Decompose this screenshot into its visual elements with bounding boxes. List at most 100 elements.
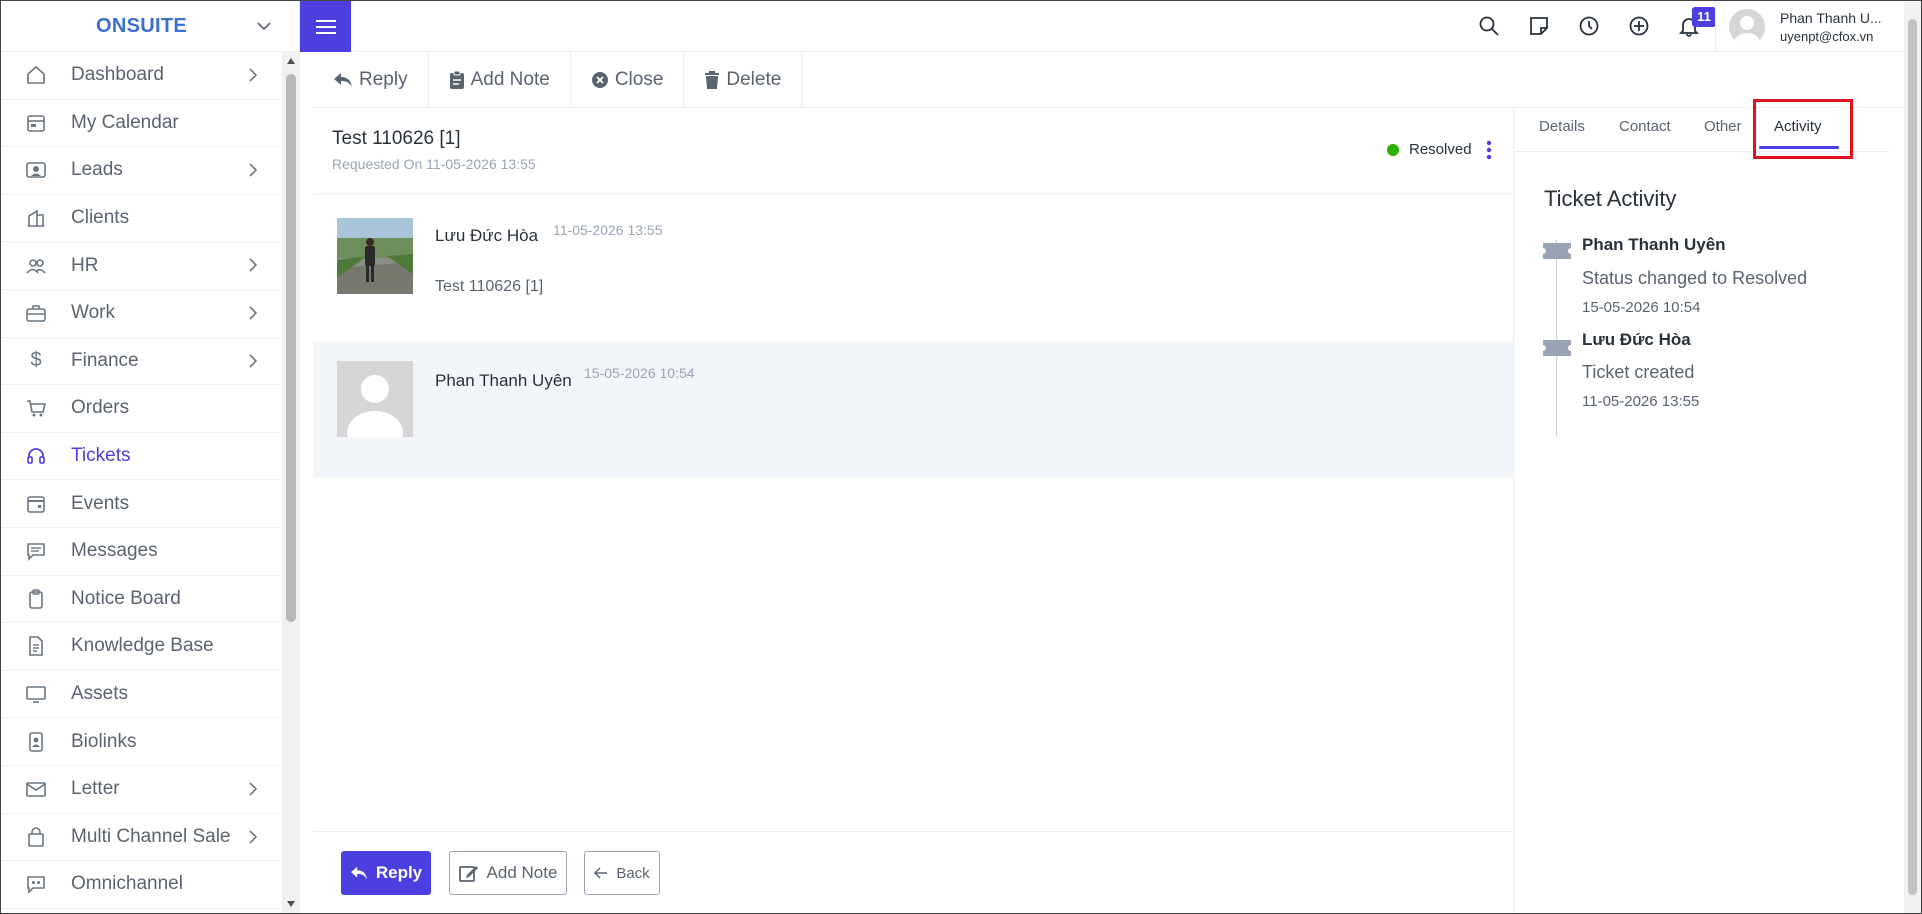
ticket-message: Phan Thanh Uyên 15-05-2026 10:54 (313, 341, 1513, 477)
sidebar-item-label: Messages (71, 540, 158, 562)
activity-user: Phan Thanh Uyên (1582, 235, 1726, 254)
dollar-icon: $ (30, 349, 42, 372)
sidebar-item-label: Assets (71, 683, 129, 705)
search-icon[interactable] (1478, 15, 1500, 37)
document-icon (25, 635, 47, 657)
person-card-icon (25, 159, 47, 181)
chat-icon (25, 540, 47, 562)
sidebar-item-notice-board[interactable]: Notice Board (1, 576, 281, 624)
user-menu[interactable]: Phan Thanh U... uyenpt@cfox.vn (1715, 1, 1904, 52)
status-dot (1387, 144, 1399, 156)
sidebar-item-label: Work (71, 302, 115, 324)
page-scrollbar[interactable] (1904, 1, 1921, 913)
chat-quote-icon (25, 873, 47, 895)
scroll-up-arrow-icon[interactable] (286, 56, 296, 66)
delete-action[interactable]: Delete (684, 52, 803, 107)
message-author: Lưu Đức Hòa (435, 226, 539, 245)
reply-action[interactable]: Reply (313, 52, 429, 107)
tab-contact[interactable]: Contact (1619, 118, 1671, 135)
add-note-action[interactable]: Add Note (429, 52, 571, 107)
ticket-message: Lưu Đức Hòa 11-05-2026 13:55 Test 110626… (313, 194, 1513, 341)
status-badge: Resolved (1409, 141, 1472, 158)
top-bar: 11 Phan Thanh U... uyenpt@cfox.vn (300, 1, 1904, 52)
brand-name: ONSUITE (96, 14, 187, 37)
more-options-icon[interactable] (1483, 138, 1495, 162)
close-action[interactable]: Close (571, 52, 685, 107)
clipboard-note-icon (449, 70, 464, 89)
sidebar-item-messages[interactable]: Messages (1, 528, 281, 576)
avatar (337, 218, 413, 294)
add-note-button-label: Add Note (486, 863, 558, 882)
sidebar-scrollbar[interactable] (282, 52, 300, 913)
add-note-button[interactable]: Add Note (449, 851, 567, 895)
clock-icon[interactable] (1578, 15, 1600, 37)
chevron-right-icon (249, 163, 258, 177)
building-icon (25, 207, 47, 229)
activity-detail: Ticket created (1582, 362, 1695, 382)
sidebar-item-multi-channel-sale[interactable]: Multi Channel Sale (1, 814, 281, 862)
sidebar-menu: Dashboard My Calendar Leads Clients HR W… (1, 52, 281, 909)
sidebar-item-biolinks[interactable]: Biolinks (1, 718, 281, 766)
sidebar-item-letter[interactable]: Letter (1, 766, 281, 814)
activity-date: 11-05-2026 13:55 (1582, 393, 1700, 410)
bag-icon (25, 826, 47, 848)
chevron-right-icon (249, 258, 258, 272)
add-circle-icon[interactable] (1628, 15, 1650, 37)
sidebar-item-label: Biolinks (71, 730, 137, 752)
activity-date: 15-05-2026 10:54 (1582, 299, 1701, 316)
trash-icon (705, 70, 720, 89)
briefcase-icon (25, 302, 47, 324)
sidebar-item-label: Leads (71, 159, 123, 181)
ticket-side-panel: Details Contact Other Activity Ticket Ac… (1515, 99, 1889, 913)
scroll-down-arrow-icon[interactable] (286, 899, 296, 909)
reply-button[interactable]: Reply (341, 851, 431, 895)
tab-details[interactable]: Details (1539, 118, 1585, 135)
user-email: uyenpt@cfox.vn (1780, 29, 1874, 44)
sidebar-scroll-thumb[interactable] (286, 74, 296, 622)
sidebar-item-assets[interactable]: Assets (1, 671, 281, 719)
sidebar-item-label: My Calendar (71, 111, 179, 133)
activity-user: Lưu Đức Hòa (1582, 330, 1691, 349)
message-author: Phan Thanh Uyên (435, 371, 572, 390)
headset-icon (25, 445, 47, 467)
reply-icon (350, 866, 367, 880)
reply-action-label: Reply (359, 68, 408, 90)
page-scroll-thumb[interactable] (1908, 19, 1917, 895)
chevron-right-icon (249, 829, 258, 844)
sidebar-item-finance[interactable]: $ Finance (1, 338, 281, 386)
sidebar-item-orders[interactable]: Orders (1, 385, 281, 433)
tab-other[interactable]: Other (1704, 118, 1742, 135)
chevron-right-icon (249, 782, 258, 796)
back-button[interactable]: Back (584, 851, 660, 895)
message-date: 15-05-2026 10:54 (584, 365, 695, 381)
edit-icon (458, 866, 478, 882)
ticket-requested-on: Requested On 11-05-2026 13:55 (332, 156, 536, 172)
sidebar-item-label: Letter (71, 778, 120, 800)
ticket-header: Test 110626 [1] Requested On 11-05-2026 … (313, 108, 1513, 194)
sidebar-item-tickets[interactable]: Tickets (1, 433, 281, 481)
sidebar-item-my-calendar[interactable]: My Calendar (1, 100, 281, 148)
sidebar-item-work[interactable]: Work (1, 290, 281, 338)
brand[interactable]: ONSUITE (1, 1, 299, 52)
sidebar-item-label: Omnichannel (71, 873, 183, 895)
chevron-down-icon[interactable] (255, 17, 273, 35)
delete-action-label: Delete (726, 68, 782, 90)
sidebar-item-leads[interactable]: Leads (1, 147, 281, 195)
hamburger-menu-button[interactable] (300, 1, 351, 52)
chevron-right-icon (249, 306, 258, 320)
ticket-activity-title: Ticket Activity (1544, 186, 1677, 211)
sidebar-item-omnichannel[interactable]: Omnichannel (1, 861, 281, 909)
add-note-action-label: Add Note (470, 68, 550, 90)
message-date: 11-05-2026 13:55 (553, 222, 663, 238)
sidebar-item-hr[interactable]: HR (1, 242, 281, 290)
sidebar: ONSUITE Dashboard My Calendar Leads Clie… (1, 1, 300, 913)
chevron-right-icon (249, 353, 258, 368)
ticket-main: Test 110626 [1] Requested On 11-05-2026 … (313, 108, 1514, 913)
sidebar-item-knowledge-base[interactable]: Knowledge Base (1, 623, 281, 671)
close-circle-icon (591, 71, 608, 88)
sidebar-item-dashboard[interactable]: Dashboard (1, 52, 281, 100)
home-icon (25, 64, 47, 86)
sidebar-item-clients[interactable]: Clients (1, 195, 281, 243)
sticky-note-icon[interactable] (1528, 15, 1550, 37)
sidebar-item-events[interactable]: Events (1, 480, 281, 528)
